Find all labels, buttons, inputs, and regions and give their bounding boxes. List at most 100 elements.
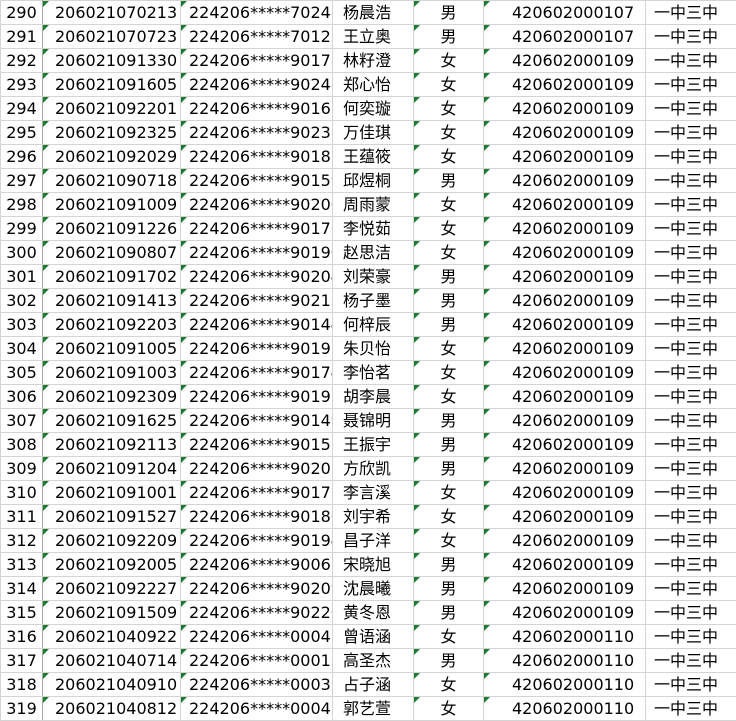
row-number[interactable]: 309	[0, 456, 43, 481]
cell-school-code[interactable]: 420602000109	[483, 144, 646, 169]
cell-student-id[interactable]: 206021092203	[42, 312, 181, 337]
cell-school-name[interactable]: 一中三中	[645, 672, 736, 697]
row-number[interactable]: 310	[0, 480, 43, 505]
cell-student-id[interactable]: 206021092309	[42, 384, 181, 409]
cell-gender[interactable]: 女	[413, 240, 484, 265]
row-number[interactable]: 312	[0, 528, 43, 553]
cell-id-card[interactable]: 224206*****90067	[180, 552, 333, 577]
cell-school-name[interactable]: 一中三中	[645, 96, 736, 121]
row-number[interactable]: 306	[0, 384, 43, 409]
cell-school-name[interactable]: 一中三中	[645, 624, 736, 649]
row-number[interactable]: 313	[0, 552, 43, 577]
row-number[interactable]: 291	[0, 24, 43, 49]
cell-gender[interactable]: 男	[413, 576, 484, 601]
cell-gender[interactable]: 女	[413, 504, 484, 529]
cell-name[interactable]: 郭艺萱	[332, 696, 414, 721]
cell-school-name[interactable]: 一中三中	[645, 312, 736, 337]
cell-school-code[interactable]: 420602000109	[483, 312, 646, 337]
cell-school-code[interactable]: 420602000109	[483, 360, 646, 385]
cell-school-name[interactable]: 一中三中	[645, 696, 736, 721]
cell-id-card[interactable]: 224206*****90195	[180, 384, 333, 409]
row-number[interactable]: 311	[0, 504, 43, 529]
row-number[interactable]: 303	[0, 312, 43, 337]
cell-school-code[interactable]: 420602000107	[483, 24, 646, 49]
cell-school-code[interactable]: 420602000109	[483, 456, 646, 481]
cell-id-card[interactable]: 224206*****70122	[180, 24, 333, 49]
cell-school-code[interactable]: 420602000110	[483, 672, 646, 697]
cell-student-id[interactable]: 206021091009	[42, 192, 181, 217]
cell-id-card[interactable]: 224206*****90201	[180, 456, 333, 481]
cell-id-card[interactable]: 224206*****90209	[180, 576, 333, 601]
cell-school-code[interactable]: 420602000109	[483, 120, 646, 145]
cell-id-card[interactable]: 224206*****90173	[180, 480, 333, 505]
cell-id-card[interactable]: 224206*****90176	[180, 216, 333, 241]
cell-gender[interactable]: 女	[413, 96, 484, 121]
cell-student-id[interactable]: 206021091330	[42, 48, 181, 73]
cell-school-code[interactable]: 420602000109	[483, 48, 646, 73]
cell-id-card[interactable]: 224206*****70248	[180, 0, 333, 25]
cell-school-name[interactable]: 一中三中	[645, 72, 736, 97]
cell-student-id[interactable]: 206021092029	[42, 144, 181, 169]
cell-gender[interactable]: 男	[413, 264, 484, 289]
cell-school-code[interactable]: 420602000109	[483, 408, 646, 433]
row-number[interactable]: 314	[0, 576, 43, 601]
cell-student-id[interactable]: 206021091226	[42, 216, 181, 241]
cell-name[interactable]: 王蕴筱	[332, 144, 414, 169]
cell-gender[interactable]: 男	[413, 288, 484, 313]
cell-gender[interactable]: 女	[413, 696, 484, 721]
cell-gender[interactable]: 女	[413, 216, 484, 241]
cell-school-name[interactable]: 一中三中	[645, 168, 736, 193]
cell-school-name[interactable]: 一中三中	[645, 288, 736, 313]
cell-name[interactable]: 周雨蒙	[332, 192, 414, 217]
cell-gender[interactable]: 女	[413, 528, 484, 553]
cell-school-name[interactable]: 一中三中	[645, 600, 736, 625]
cell-name[interactable]: 胡李晨	[332, 384, 414, 409]
cell-name[interactable]: 王立奥	[332, 24, 414, 49]
cell-id-card[interactable]: 224206*****90215	[180, 288, 333, 313]
cell-id-card[interactable]: 224206*****90149	[180, 408, 333, 433]
cell-name[interactable]: 昌子洋	[332, 528, 414, 553]
cell-student-id[interactable]: 206021092227	[42, 576, 181, 601]
row-number[interactable]: 315	[0, 600, 43, 625]
cell-school-name[interactable]: 一中三中	[645, 432, 736, 457]
cell-school-code[interactable]: 420602000107	[483, 0, 646, 25]
cell-school-code[interactable]: 420602000109	[483, 72, 646, 97]
cell-school-code[interactable]: 420602000109	[483, 552, 646, 577]
cell-school-code[interactable]: 420602000109	[483, 192, 646, 217]
cell-name[interactable]: 曾语涵	[332, 624, 414, 649]
cell-gender[interactable]: 女	[413, 360, 484, 385]
row-number[interactable]: 299	[0, 216, 43, 241]
cell-student-id[interactable]: 206021091527	[42, 504, 181, 529]
cell-id-card[interactable]: 224206*****90174	[180, 360, 333, 385]
cell-name[interactable]: 刘宇希	[332, 504, 414, 529]
row-number[interactable]: 318	[0, 672, 43, 697]
cell-student-id[interactable]: 206021092209	[42, 528, 181, 553]
cell-student-id[interactable]: 206021090807	[42, 240, 181, 265]
cell-school-name[interactable]: 一中三中	[645, 192, 736, 217]
row-number[interactable]: 294	[0, 96, 43, 121]
cell-id-card[interactable]: 224206*****90248	[180, 72, 333, 97]
cell-name[interactable]: 宋晓旭	[332, 552, 414, 577]
row-number[interactable]: 302	[0, 288, 43, 313]
cell-student-id[interactable]: 206021040714	[42, 648, 181, 673]
cell-name[interactable]: 黄冬恩	[332, 600, 414, 625]
cell-name[interactable]: 郑心怡	[332, 72, 414, 97]
cell-school-code[interactable]: 420602000109	[483, 384, 646, 409]
cell-id-card[interactable]: 224206*****90238	[180, 120, 333, 145]
cell-school-name[interactable]: 一中三中	[645, 264, 736, 289]
cell-school-name[interactable]: 一中三中	[645, 0, 736, 25]
row-number[interactable]: 298	[0, 192, 43, 217]
cell-name[interactable]: 杨子墨	[332, 288, 414, 313]
cell-student-id[interactable]: 206021090718	[42, 168, 181, 193]
cell-school-name[interactable]: 一中三中	[645, 48, 736, 73]
cell-school-name[interactable]: 一中三中	[645, 408, 736, 433]
cell-school-name[interactable]: 一中三中	[645, 144, 736, 169]
cell-id-card[interactable]: 224206*****90180	[180, 504, 333, 529]
cell-school-code[interactable]: 420602000109	[483, 600, 646, 625]
cell-school-code[interactable]: 420602000109	[483, 216, 646, 241]
cell-student-id[interactable]: 206021040922	[42, 624, 181, 649]
cell-gender[interactable]: 女	[413, 48, 484, 73]
cell-school-code[interactable]: 420602000109	[483, 528, 646, 553]
cell-gender[interactable]: 女	[413, 672, 484, 697]
row-number[interactable]: 307	[0, 408, 43, 433]
